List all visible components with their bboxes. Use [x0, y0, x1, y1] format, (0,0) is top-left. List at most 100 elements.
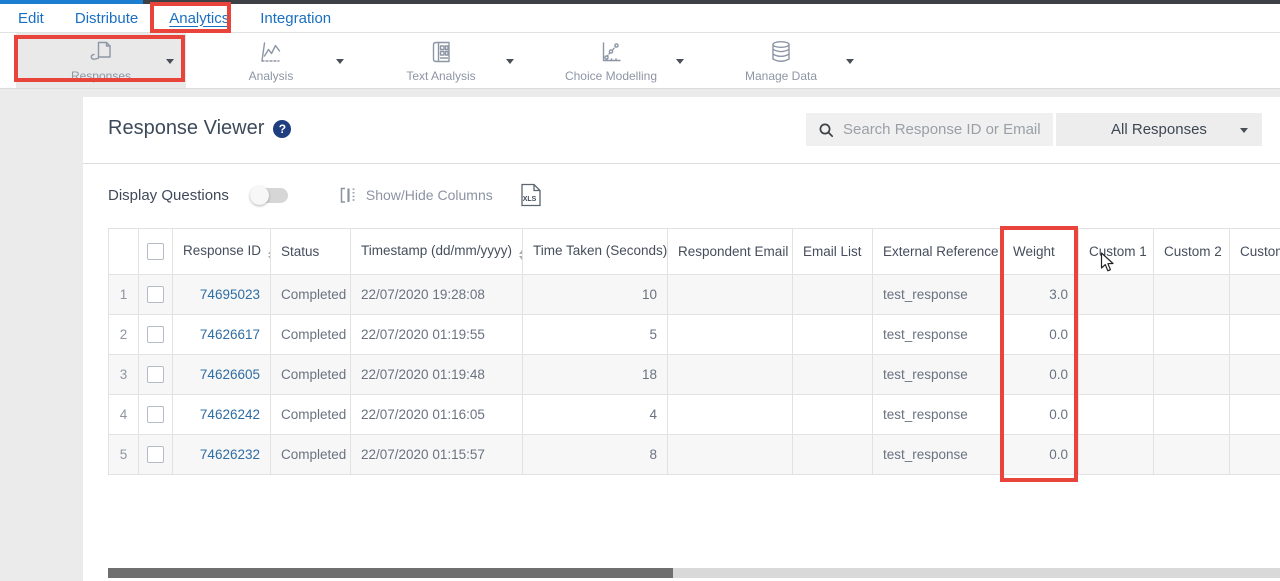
col-external-reference: External Reference	[873, 229, 1003, 275]
sort-icon[interactable]	[519, 250, 522, 260]
toolbar-item-label: Manage Data	[745, 69, 817, 83]
toolbar-item-responses[interactable]: Responses	[16, 33, 186, 88]
col-status: Status	[271, 229, 351, 275]
export-xls-button[interactable]: XLS	[520, 183, 542, 207]
search-box[interactable]	[806, 113, 1053, 146]
respondent-email-cell	[668, 435, 793, 475]
custom2-cell	[1154, 395, 1230, 435]
horizontal-scrollbar-track[interactable]	[108, 568, 1280, 578]
custom3-cell	[1230, 275, 1280, 315]
response-id-link[interactable]: 74626232	[173, 435, 271, 475]
custom3-cell	[1230, 395, 1280, 435]
nav-tab-integration[interactable]: Integration	[260, 10, 331, 27]
respondent-email-cell	[668, 395, 793, 435]
timestamp-cell: 22/07/2020 01:19:48	[351, 355, 523, 395]
toggle-knob	[250, 186, 269, 205]
weight-cell: 0.0	[1003, 355, 1079, 395]
response-id-link[interactable]: 74695023	[173, 275, 271, 315]
text-analysis-icon	[427, 38, 455, 66]
respondent-email-cell	[668, 275, 793, 315]
responses-table-wrap: Response ID Status Timestamp (dd/mm/yyyy…	[108, 228, 1280, 575]
toolbar-item-manage-data[interactable]: Manage Data	[696, 33, 866, 88]
row-select-cell	[139, 355, 173, 395]
custom3-cell	[1230, 315, 1280, 355]
timestamp-cell: 22/07/2020 19:28:08	[351, 275, 523, 315]
external-reference-cell: test_response	[873, 355, 1003, 395]
row-checkbox[interactable]	[147, 406, 164, 423]
chevron-down-icon[interactable]	[166, 59, 174, 64]
status-cell: Completed	[271, 275, 351, 315]
toolbar-item-label: Choice Modelling	[565, 69, 657, 83]
custom1-cell	[1079, 395, 1154, 435]
row-number: 5	[109, 435, 139, 475]
manage-data-icon	[767, 38, 795, 66]
toolbar-item-text-analysis[interactable]: Text Analysis	[356, 33, 526, 88]
chevron-down-icon[interactable]	[676, 59, 684, 64]
custom3-cell	[1230, 435, 1280, 475]
col-response-id[interactable]: Response ID	[173, 229, 271, 275]
status-cell: Completed	[271, 395, 351, 435]
respondent-email-cell	[668, 315, 793, 355]
col-label: Weight	[1013, 244, 1055, 259]
time-taken-cell: 10	[523, 275, 668, 315]
analysis-icon	[257, 38, 285, 66]
col-label: Custom 3	[1240, 244, 1280, 259]
email-list-cell	[793, 315, 873, 355]
show-hide-columns-label: Show/Hide Columns	[366, 187, 493, 203]
external-reference-cell: test_response	[873, 435, 1003, 475]
row-select-cell	[139, 315, 173, 355]
response-id-link[interactable]: 74626242	[173, 395, 271, 435]
columns-icon	[338, 185, 358, 205]
chevron-down-icon[interactable]	[336, 59, 344, 64]
status-cell: Completed	[271, 435, 351, 475]
toolbar-item-choice-modelling[interactable]: Choice Modelling	[526, 33, 696, 88]
horizontal-scrollbar-thumb[interactable]	[108, 568, 673, 578]
email-list-cell	[793, 435, 873, 475]
responses-icon	[87, 38, 115, 66]
toolbar-item-analysis[interactable]: Analysis	[186, 33, 356, 88]
nav-tab-edit[interactable]: Edit	[18, 10, 44, 27]
search-input[interactable]	[843, 121, 1053, 138]
custom2-cell	[1154, 435, 1230, 475]
col-row-number	[109, 229, 139, 275]
email-list-cell	[793, 275, 873, 315]
status-cell: Completed	[271, 355, 351, 395]
chevron-down-icon[interactable]	[846, 59, 854, 64]
row-number: 4	[109, 395, 139, 435]
weight-cell: 0.0	[1003, 435, 1079, 475]
show-hide-columns-button[interactable]: Show/Hide Columns	[338, 185, 493, 205]
time-taken-cell: 4	[523, 395, 668, 435]
timestamp-cell: 22/07/2020 01:19:55	[351, 315, 523, 355]
chevron-down-icon	[1240, 128, 1248, 133]
analytics-toolbar: Responses Analysis Text Analys	[0, 33, 1280, 89]
row-select-cell	[139, 275, 173, 315]
main-nav: Edit Distribute Analytics Integration	[0, 4, 1280, 33]
row-checkbox[interactable]	[147, 366, 164, 383]
row-checkbox[interactable]	[147, 446, 164, 463]
custom1-cell	[1079, 275, 1154, 315]
chevron-down-icon[interactable]	[506, 59, 514, 64]
display-questions-toggle[interactable]	[250, 188, 288, 203]
external-reference-cell: test_response	[873, 395, 1003, 435]
row-number: 2	[109, 315, 139, 355]
col-timestamp[interactable]: Timestamp (dd/mm/yyyy)	[351, 229, 523, 275]
col-time-taken[interactable]: Time Taken (Seconds)	[523, 229, 668, 275]
col-label: External Reference	[883, 244, 999, 259]
col-respondent-email: Respondent Email	[668, 229, 793, 275]
custom2-cell	[1154, 315, 1230, 355]
help-icon[interactable]: ?	[273, 120, 291, 138]
response-id-link[interactable]: 74626617	[173, 315, 271, 355]
custom1-cell	[1079, 315, 1154, 355]
nav-tab-analytics[interactable]: Analytics	[169, 10, 229, 27]
row-checkbox[interactable]	[147, 286, 164, 303]
select-all-checkbox[interactable]	[147, 243, 164, 260]
table-row: 4 74626242 Completed 22/07/2020 01:16:05…	[109, 395, 1280, 435]
col-select	[139, 229, 173, 275]
nav-tab-distribute[interactable]: Distribute	[75, 10, 138, 27]
page-title-row: Response Viewer ?	[108, 117, 291, 140]
response-id-link[interactable]: 74626605	[173, 355, 271, 395]
time-taken-cell: 18	[523, 355, 668, 395]
table-controls: Display Questions Show/Hide Columns XLS	[108, 179, 542, 211]
row-checkbox[interactable]	[147, 326, 164, 343]
response-filter-dropdown[interactable]: All Responses	[1056, 113, 1262, 146]
